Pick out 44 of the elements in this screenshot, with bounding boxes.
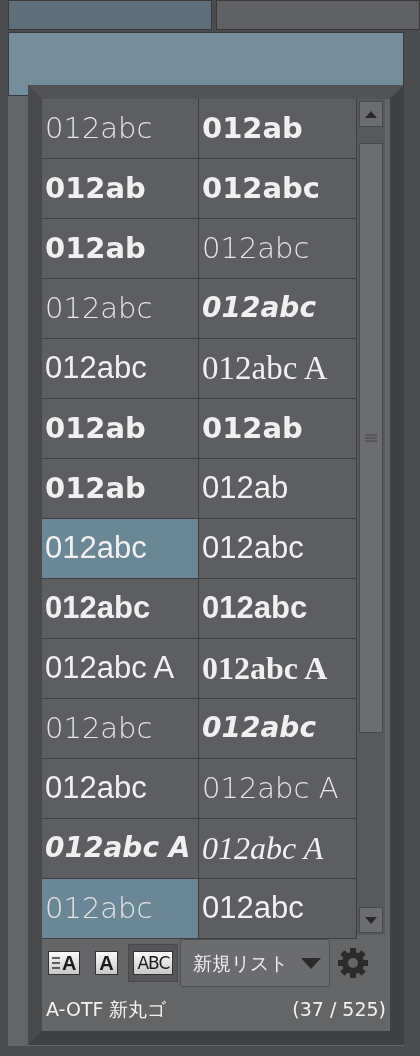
font-sample[interactable]: 012abc A: [42, 639, 199, 699]
font-sample[interactable]: 012abc: [42, 759, 199, 819]
lines-icon: [52, 956, 61, 970]
font-sample[interactable]: 012ab: [199, 399, 357, 459]
caret-icon: [301, 957, 322, 969]
font-sample[interactable]: 012abc: [199, 579, 357, 639]
font-sample[interactable]: 012abc: [199, 279, 357, 339]
font-sample[interactable]: 012ab: [42, 399, 199, 459]
font-sample[interactable]: 012abc: [199, 219, 357, 279]
font-sample[interactable]: 012abc: [42, 99, 199, 159]
font-name: A-OTF 新丸ゴ: [46, 997, 167, 1022]
font-sample[interactable]: 012abc A: [199, 339, 357, 399]
font-sample[interactable]: 012ab: [199, 459, 357, 519]
font-sample[interactable]: 012abc A: [42, 819, 199, 879]
font-sample[interactable]: 012ab: [42, 159, 199, 219]
scrollbar[interactable]: [357, 99, 385, 935]
font-sample[interactable]: 012abc: [42, 579, 199, 639]
scroll-down-button[interactable]: [359, 907, 383, 933]
font-sample[interactable]: 012abc A: [199, 639, 357, 699]
view-mode-button[interactable]: A: [86, 944, 127, 982]
down-arrow-icon: [365, 916, 377, 924]
font-sample[interactable]: 012abc: [199, 159, 357, 219]
font-sample[interactable]: 012abc A: [199, 819, 357, 879]
font-count: (37 / 525): [292, 997, 386, 1022]
font-sample[interactable]: 012ab: [199, 99, 357, 159]
panel-tab[interactable]: [8, 0, 212, 30]
font-sample[interactable]: 012ab: [42, 459, 199, 519]
view-mode-button[interactable]: ABC: [128, 944, 179, 982]
scroll-thumb[interactable]: [359, 143, 383, 733]
font-sample[interactable]: 012abc: [42, 699, 199, 759]
font-sample[interactable]: 012abc: [42, 519, 199, 579]
list-dropdown[interactable]: 新規リスト: [180, 939, 331, 987]
up-arrow-icon: [365, 110, 377, 118]
font-sample[interactable]: 012ab: [42, 219, 199, 279]
font-sample[interactable]: 012abc: [199, 879, 357, 939]
panel-tab[interactable]: [216, 0, 420, 30]
font-sample[interactable]: 012abc A: [199, 759, 357, 819]
font-sample[interactable]: 012abc: [42, 339, 199, 399]
scroll-up-button[interactable]: [359, 101, 383, 127]
font-sample[interactable]: 012abc: [42, 879, 199, 939]
font-sample[interactable]: 012abc: [199, 519, 357, 579]
font-sample[interactable]: 012abc: [42, 279, 199, 339]
settings-icon: [336, 946, 371, 980]
font-sample[interactable]: 012abc: [199, 699, 357, 759]
